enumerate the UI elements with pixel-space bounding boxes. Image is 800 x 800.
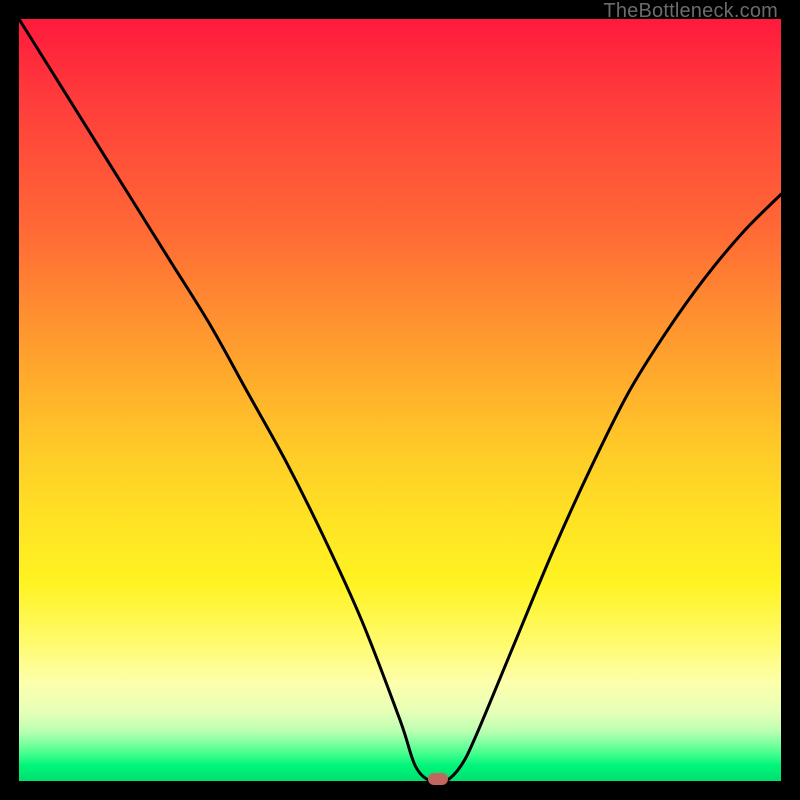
bottleneck-curve [19, 19, 781, 781]
watermark-text: TheBottleneck.com [603, 0, 778, 23]
plot-area [19, 19, 781, 781]
chart-frame: TheBottleneck.com [0, 0, 800, 800]
bottleneck-marker [428, 773, 448, 785]
